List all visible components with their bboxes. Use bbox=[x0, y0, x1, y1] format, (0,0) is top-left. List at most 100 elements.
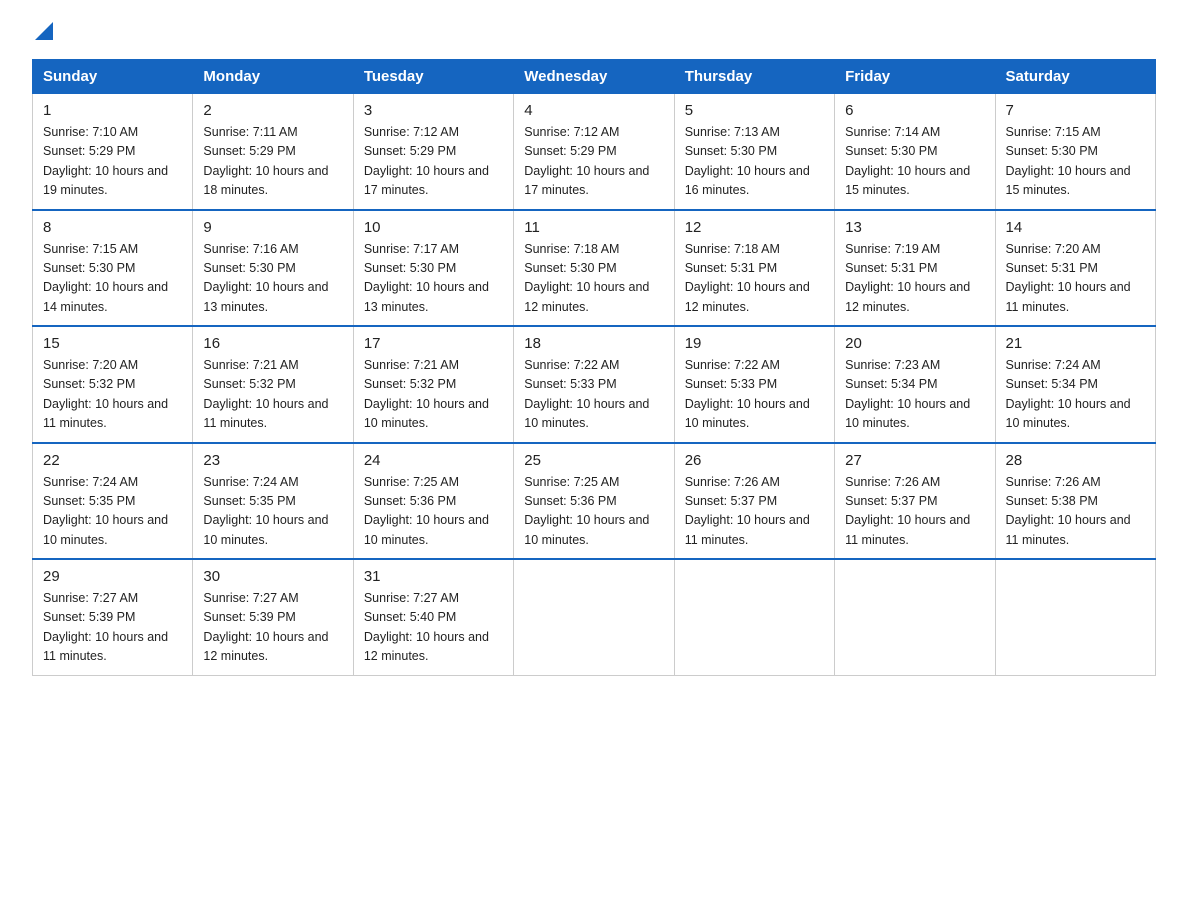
day-number: 30 bbox=[203, 568, 342, 585]
calendar-cell: 12 Sunrise: 7:18 AMSunset: 5:31 PMDaylig… bbox=[674, 210, 834, 327]
calendar-cell: 23 Sunrise: 7:24 AMSunset: 5:35 PMDaylig… bbox=[193, 443, 353, 560]
day-info: Sunrise: 7:26 AMSunset: 5:38 PMDaylight:… bbox=[1006, 475, 1131, 547]
calendar-cell: 26 Sunrise: 7:26 AMSunset: 5:37 PMDaylig… bbox=[674, 443, 834, 560]
day-info: Sunrise: 7:24 AMSunset: 5:35 PMDaylight:… bbox=[203, 475, 328, 547]
calendar-cell bbox=[674, 559, 834, 675]
day-number: 15 bbox=[43, 335, 182, 352]
day-info: Sunrise: 7:25 AMSunset: 5:36 PMDaylight:… bbox=[524, 475, 649, 547]
calendar-cell: 20 Sunrise: 7:23 AMSunset: 5:34 PMDaylig… bbox=[835, 326, 995, 443]
day-info: Sunrise: 7:25 AMSunset: 5:36 PMDaylight:… bbox=[364, 475, 489, 547]
col-header-saturday: Saturday bbox=[995, 60, 1155, 94]
calendar-week-row: 22 Sunrise: 7:24 AMSunset: 5:35 PMDaylig… bbox=[33, 443, 1156, 560]
calendar-cell: 31 Sunrise: 7:27 AMSunset: 5:40 PMDaylig… bbox=[353, 559, 513, 675]
day-number: 8 bbox=[43, 219, 182, 236]
day-info: Sunrise: 7:27 AMSunset: 5:39 PMDaylight:… bbox=[43, 591, 168, 663]
calendar-cell bbox=[835, 559, 995, 675]
day-info: Sunrise: 7:14 AMSunset: 5:30 PMDaylight:… bbox=[845, 125, 970, 197]
calendar-cell: 11 Sunrise: 7:18 AMSunset: 5:30 PMDaylig… bbox=[514, 210, 674, 327]
calendar-cell bbox=[514, 559, 674, 675]
day-number: 9 bbox=[203, 219, 342, 236]
day-info: Sunrise: 7:21 AMSunset: 5:32 PMDaylight:… bbox=[203, 358, 328, 430]
day-number: 20 bbox=[845, 335, 984, 352]
day-info: Sunrise: 7:27 AMSunset: 5:39 PMDaylight:… bbox=[203, 591, 328, 663]
calendar-header-row: SundayMondayTuesdayWednesdayThursdayFrid… bbox=[33, 60, 1156, 94]
col-header-wednesday: Wednesday bbox=[514, 60, 674, 94]
calendar-cell: 9 Sunrise: 7:16 AMSunset: 5:30 PMDayligh… bbox=[193, 210, 353, 327]
day-number: 7 bbox=[1006, 102, 1145, 119]
day-number: 31 bbox=[364, 568, 503, 585]
logo bbox=[32, 24, 53, 43]
calendar-cell: 3 Sunrise: 7:12 AMSunset: 5:29 PMDayligh… bbox=[353, 94, 513, 210]
calendar-week-row: 8 Sunrise: 7:15 AMSunset: 5:30 PMDayligh… bbox=[33, 210, 1156, 327]
day-info: Sunrise: 7:19 AMSunset: 5:31 PMDaylight:… bbox=[845, 242, 970, 314]
calendar-cell: 16 Sunrise: 7:21 AMSunset: 5:32 PMDaylig… bbox=[193, 326, 353, 443]
day-info: Sunrise: 7:10 AMSunset: 5:29 PMDaylight:… bbox=[43, 125, 168, 197]
calendar-cell: 21 Sunrise: 7:24 AMSunset: 5:34 PMDaylig… bbox=[995, 326, 1155, 443]
calendar-cell: 30 Sunrise: 7:27 AMSunset: 5:39 PMDaylig… bbox=[193, 559, 353, 675]
calendar-cell: 4 Sunrise: 7:12 AMSunset: 5:29 PMDayligh… bbox=[514, 94, 674, 210]
day-info: Sunrise: 7:18 AMSunset: 5:31 PMDaylight:… bbox=[685, 242, 810, 314]
calendar-cell: 8 Sunrise: 7:15 AMSunset: 5:30 PMDayligh… bbox=[33, 210, 193, 327]
day-info: Sunrise: 7:26 AMSunset: 5:37 PMDaylight:… bbox=[685, 475, 810, 547]
calendar-cell: 1 Sunrise: 7:10 AMSunset: 5:29 PMDayligh… bbox=[33, 94, 193, 210]
day-info: Sunrise: 7:23 AMSunset: 5:34 PMDaylight:… bbox=[845, 358, 970, 430]
calendar-cell: 27 Sunrise: 7:26 AMSunset: 5:37 PMDaylig… bbox=[835, 443, 995, 560]
day-number: 22 bbox=[43, 452, 182, 469]
day-number: 19 bbox=[685, 335, 824, 352]
calendar-cell: 29 Sunrise: 7:27 AMSunset: 5:39 PMDaylig… bbox=[33, 559, 193, 675]
day-info: Sunrise: 7:13 AMSunset: 5:30 PMDaylight:… bbox=[685, 125, 810, 197]
calendar-cell: 25 Sunrise: 7:25 AMSunset: 5:36 PMDaylig… bbox=[514, 443, 674, 560]
calendar-cell bbox=[995, 559, 1155, 675]
day-info: Sunrise: 7:17 AMSunset: 5:30 PMDaylight:… bbox=[364, 242, 489, 314]
col-header-thursday: Thursday bbox=[674, 60, 834, 94]
calendar-cell: 19 Sunrise: 7:22 AMSunset: 5:33 PMDaylig… bbox=[674, 326, 834, 443]
col-header-friday: Friday bbox=[835, 60, 995, 94]
calendar-cell: 2 Sunrise: 7:11 AMSunset: 5:29 PMDayligh… bbox=[193, 94, 353, 210]
calendar-cell: 15 Sunrise: 7:20 AMSunset: 5:32 PMDaylig… bbox=[33, 326, 193, 443]
calendar-table: SundayMondayTuesdayWednesdayThursdayFrid… bbox=[32, 59, 1156, 676]
day-info: Sunrise: 7:12 AMSunset: 5:29 PMDaylight:… bbox=[364, 125, 489, 197]
calendar-cell: 14 Sunrise: 7:20 AMSunset: 5:31 PMDaylig… bbox=[995, 210, 1155, 327]
day-number: 29 bbox=[43, 568, 182, 585]
calendar-cell: 13 Sunrise: 7:19 AMSunset: 5:31 PMDaylig… bbox=[835, 210, 995, 327]
day-number: 23 bbox=[203, 452, 342, 469]
day-number: 3 bbox=[364, 102, 503, 119]
day-number: 5 bbox=[685, 102, 824, 119]
calendar-cell: 18 Sunrise: 7:22 AMSunset: 5:33 PMDaylig… bbox=[514, 326, 674, 443]
page-header bbox=[32, 24, 1156, 43]
day-info: Sunrise: 7:24 AMSunset: 5:35 PMDaylight:… bbox=[43, 475, 168, 547]
calendar-cell: 5 Sunrise: 7:13 AMSunset: 5:30 PMDayligh… bbox=[674, 94, 834, 210]
day-info: Sunrise: 7:16 AMSunset: 5:30 PMDaylight:… bbox=[203, 242, 328, 314]
calendar-cell: 28 Sunrise: 7:26 AMSunset: 5:38 PMDaylig… bbox=[995, 443, 1155, 560]
calendar-week-row: 1 Sunrise: 7:10 AMSunset: 5:29 PMDayligh… bbox=[33, 94, 1156, 210]
col-header-monday: Monday bbox=[193, 60, 353, 94]
calendar-week-row: 29 Sunrise: 7:27 AMSunset: 5:39 PMDaylig… bbox=[33, 559, 1156, 675]
col-header-sunday: Sunday bbox=[33, 60, 193, 94]
day-info: Sunrise: 7:22 AMSunset: 5:33 PMDaylight:… bbox=[685, 358, 810, 430]
day-info: Sunrise: 7:18 AMSunset: 5:30 PMDaylight:… bbox=[524, 242, 649, 314]
day-number: 6 bbox=[845, 102, 984, 119]
day-number: 25 bbox=[524, 452, 663, 469]
day-number: 17 bbox=[364, 335, 503, 352]
day-number: 18 bbox=[524, 335, 663, 352]
calendar-cell: 17 Sunrise: 7:21 AMSunset: 5:32 PMDaylig… bbox=[353, 326, 513, 443]
calendar-cell: 6 Sunrise: 7:14 AMSunset: 5:30 PMDayligh… bbox=[835, 94, 995, 210]
day-number: 2 bbox=[203, 102, 342, 119]
calendar-cell: 10 Sunrise: 7:17 AMSunset: 5:30 PMDaylig… bbox=[353, 210, 513, 327]
day-info: Sunrise: 7:20 AMSunset: 5:31 PMDaylight:… bbox=[1006, 242, 1131, 314]
day-number: 11 bbox=[524, 219, 663, 236]
day-number: 13 bbox=[845, 219, 984, 236]
day-number: 24 bbox=[364, 452, 503, 469]
day-info: Sunrise: 7:12 AMSunset: 5:29 PMDaylight:… bbox=[524, 125, 649, 197]
day-number: 10 bbox=[364, 219, 503, 236]
day-number: 1 bbox=[43, 102, 182, 119]
day-number: 12 bbox=[685, 219, 824, 236]
col-header-tuesday: Tuesday bbox=[353, 60, 513, 94]
calendar-week-row: 15 Sunrise: 7:20 AMSunset: 5:32 PMDaylig… bbox=[33, 326, 1156, 443]
day-number: 21 bbox=[1006, 335, 1145, 352]
day-info: Sunrise: 7:21 AMSunset: 5:32 PMDaylight:… bbox=[364, 358, 489, 430]
day-info: Sunrise: 7:15 AMSunset: 5:30 PMDaylight:… bbox=[1006, 125, 1131, 197]
day-number: 27 bbox=[845, 452, 984, 469]
day-info: Sunrise: 7:24 AMSunset: 5:34 PMDaylight:… bbox=[1006, 358, 1131, 430]
day-number: 14 bbox=[1006, 219, 1145, 236]
